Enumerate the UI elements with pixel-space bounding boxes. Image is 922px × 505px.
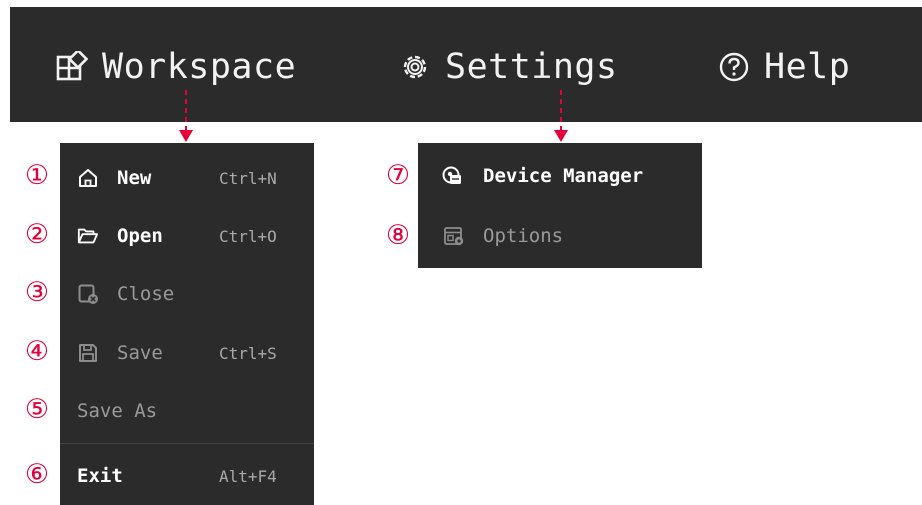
device-manager-icon xyxy=(441,165,463,187)
marker-8: ⑧ xyxy=(385,219,411,251)
menu-workspace-label: Workspace xyxy=(102,47,297,87)
menu-item-open-shortcut: Ctrl+O xyxy=(219,226,277,246)
menu-item-new-label: New xyxy=(117,167,152,189)
menu-help-label: Help xyxy=(764,47,851,87)
menu-help[interactable]: Help xyxy=(718,45,850,89)
options-icon xyxy=(443,225,465,247)
gear-icon xyxy=(403,55,427,79)
marker-7: ⑦ xyxy=(385,159,411,191)
menu-workspace[interactable]: Workspace xyxy=(56,45,296,89)
marker-1: ① xyxy=(24,159,50,191)
menu-item-save: Save Ctrl+S xyxy=(60,333,314,373)
close-file-icon xyxy=(77,283,99,305)
settings-arrow xyxy=(554,90,568,142)
home-icon xyxy=(77,167,99,189)
marker-2: ② xyxy=(24,218,50,250)
menu-item-close-label: Close xyxy=(117,283,175,305)
menu-item-new-shortcut: Ctrl+N xyxy=(219,168,277,188)
menu-item-exit[interactable]: Exit Alt+F4 xyxy=(60,456,314,496)
menu-item-close: Close xyxy=(60,274,314,314)
menu-item-options: Options xyxy=(418,216,702,256)
menu-item-open[interactable]: Open Ctrl+O xyxy=(60,216,314,256)
menu-settings-label: Settings xyxy=(445,47,618,87)
workspace-menu: New Ctrl+N Open Ctrl+O Close Save Ctrl+S… xyxy=(60,143,314,505)
help-icon xyxy=(719,52,749,82)
marker-4: ④ xyxy=(24,335,50,367)
menu-item-open-label: Open xyxy=(117,225,163,247)
menu-item-save-shortcut: Ctrl+S xyxy=(219,343,277,363)
menu-settings[interactable]: Settings xyxy=(399,45,618,89)
folder-open-icon xyxy=(77,225,99,247)
menu-item-exit-shortcut: Alt+F4 xyxy=(219,466,277,486)
marker-5: ⑤ xyxy=(24,393,50,425)
menu-item-options-label: Options xyxy=(483,225,564,247)
workspace-arrow xyxy=(179,90,193,142)
save-icon xyxy=(77,342,99,364)
menu-item-device-manager-label: Device Manager xyxy=(483,165,644,187)
workspace-icon xyxy=(56,51,88,81)
menu-item-save-as-label: Save As xyxy=(77,400,158,422)
menu-item-new[interactable]: New Ctrl+N xyxy=(60,158,314,198)
marker-3: ③ xyxy=(24,276,50,308)
menu-item-exit-label: Exit xyxy=(77,465,123,487)
menu-item-device-manager[interactable]: Device Manager xyxy=(418,156,702,196)
menu-item-save-as: Save As xyxy=(60,391,314,431)
settings-menu: Device Manager Options xyxy=(418,143,702,268)
marker-6: ⑥ xyxy=(24,458,50,490)
menu-bar: Workspace Settings Help xyxy=(10,7,922,122)
menu-separator xyxy=(60,443,314,444)
menu-item-save-label: Save xyxy=(117,342,163,364)
